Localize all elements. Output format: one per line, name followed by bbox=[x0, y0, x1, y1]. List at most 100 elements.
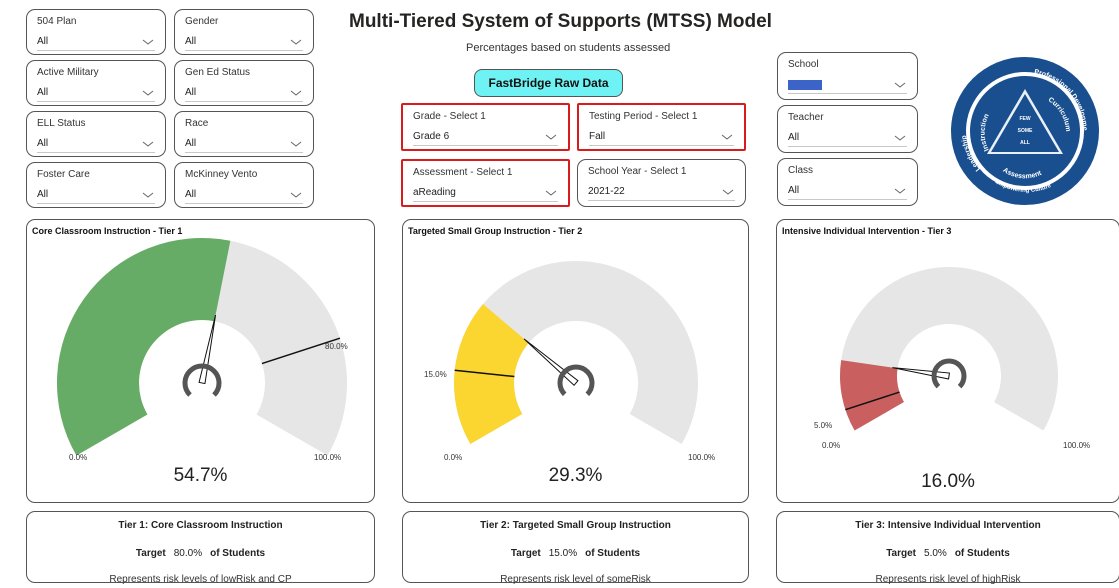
tier2-info-card: Tier 2: Targeted Small Group Instruction… bbox=[402, 511, 749, 585]
slicer-label: Testing Period - Select 1 bbox=[589, 111, 698, 122]
slicer-value: All bbox=[788, 185, 800, 196]
slicer-active-military[interactable]: Active Military All bbox=[26, 60, 166, 106]
chevron-down-icon bbox=[894, 188, 906, 194]
gauge-needle bbox=[523, 338, 579, 387]
slicer-label: School Year - Select 1 bbox=[588, 166, 687, 177]
slicer-class[interactable]: Class All bbox=[777, 158, 918, 206]
target-word: Target bbox=[510, 548, 541, 559]
slicer-dropdown[interactable]: All bbox=[788, 184, 907, 200]
slicer-label: ELL Status bbox=[37, 118, 86, 129]
target-suffix: of Students bbox=[210, 548, 266, 559]
chevron-down-icon bbox=[142, 39, 154, 45]
chevron-down-icon bbox=[290, 141, 302, 147]
tier3-gauge bbox=[840, 267, 1058, 431]
slicer-dropdown[interactable]: All bbox=[37, 86, 155, 102]
gauge-value-arc bbox=[56, 238, 231, 456]
target-value: 15.0% bbox=[548, 548, 578, 559]
slicer-dropdown[interactable]: All bbox=[185, 137, 303, 153]
info-title: Tier 1: Core Classroom Instruction bbox=[118, 520, 283, 531]
gauge-target-label: 80.0% bbox=[325, 342, 348, 351]
target-word: Target bbox=[135, 548, 166, 559]
target-suffix: of Students bbox=[585, 548, 641, 559]
slicer-value: All bbox=[788, 132, 800, 143]
slicer-value: aReading bbox=[413, 187, 456, 198]
gauge-value: 16.0% bbox=[921, 471, 975, 492]
slicer-value: Grade 6 bbox=[413, 131, 450, 142]
slicer-mckinney-vento[interactable]: McKinney Vento All bbox=[174, 162, 314, 208]
slicer-dropdown[interactable]: Grade 6 bbox=[413, 130, 558, 146]
fastbridge-raw-data-button[interactable]: FastBridge Raw Data bbox=[474, 69, 623, 97]
slicer-label: Foster Care bbox=[37, 169, 90, 180]
slicer-label: Grade - Select 1 bbox=[413, 111, 486, 122]
info-target: Target 15.0% of Students bbox=[403, 548, 748, 559]
tier1-info-card: Tier 1: Core Classroom Instruction Targe… bbox=[26, 511, 375, 585]
slicer-grade[interactable]: Grade - Select 1 Grade 6 bbox=[401, 103, 570, 151]
info-risk: Represents risk levels of lowRisk and CP bbox=[109, 574, 292, 585]
slicer-label: 504 Plan bbox=[37, 16, 77, 27]
target-suffix: of Students bbox=[954, 548, 1010, 559]
slicer-label: Race bbox=[185, 118, 209, 129]
gauge-min-label: 0.0% bbox=[822, 441, 841, 450]
logo-text: SOME bbox=[1018, 128, 1033, 134]
slicer-dropdown[interactable]: All bbox=[185, 35, 303, 51]
tier3-gauge-card: Intensive Individual Intervention - Tier… bbox=[776, 219, 1119, 503]
logo-text: ALL bbox=[1020, 140, 1030, 146]
slicer-dropdown[interactable]: aReading bbox=[413, 186, 558, 202]
gauge-value-arc bbox=[840, 360, 904, 431]
slicer-gender[interactable]: Gender All bbox=[174, 9, 314, 55]
slicer-dropdown[interactable] bbox=[788, 78, 907, 94]
gauge-target-label: 5.0% bbox=[814, 421, 833, 430]
page-title: Multi-Tiered System of Supports (MTSS) M… bbox=[349, 11, 772, 32]
mtss-logo: Professional Development Leadership Empo… bbox=[945, 56, 1099, 205]
slicer-value: All bbox=[185, 138, 197, 149]
chevron-down-icon bbox=[894, 135, 906, 141]
chevron-down-icon bbox=[290, 192, 302, 198]
chevron-down-icon bbox=[545, 134, 557, 140]
slicer-dropdown[interactable]: All bbox=[37, 35, 155, 51]
slicer-value: All bbox=[37, 87, 49, 98]
slicer-teacher[interactable]: Teacher All bbox=[777, 105, 918, 153]
slicer-value: All bbox=[185, 87, 197, 98]
slicer-504-plan[interactable]: 504 Plan All bbox=[26, 9, 166, 55]
slicer-ell-status[interactable]: ELL Status All bbox=[26, 111, 166, 157]
tier1-gauge-card: Core Classroom Instruction - Tier 1 0.0%… bbox=[26, 219, 375, 503]
gauge-value: 54.7% bbox=[173, 465, 228, 486]
slicer-gen-ed-status[interactable]: Gen Ed Status All bbox=[174, 60, 314, 106]
slicer-dropdown[interactable]: Fall bbox=[589, 130, 734, 146]
chevron-down-icon bbox=[290, 39, 302, 45]
gauge-max-label: 100.0% bbox=[688, 453, 716, 462]
chevron-down-icon bbox=[894, 82, 906, 88]
slicer-school-year[interactable]: School Year - Select 1 2021-22 bbox=[577, 159, 746, 207]
selected-school-swatch bbox=[788, 80, 822, 90]
chevron-down-icon bbox=[722, 189, 734, 195]
slicer-race[interactable]: Race All bbox=[174, 111, 314, 157]
slicer-value: All bbox=[185, 189, 197, 200]
slicer-dropdown[interactable]: All bbox=[185, 86, 303, 102]
slicer-dropdown[interactable]: All bbox=[185, 188, 303, 204]
slicer-dropdown[interactable]: 2021-22 bbox=[588, 185, 735, 201]
page-subtitle: Percentages based on students assessed bbox=[466, 42, 671, 54]
slicer-label: Gender bbox=[185, 16, 219, 27]
slicer-label: Teacher bbox=[788, 112, 824, 123]
gauge-min-label: 0.0% bbox=[69, 453, 88, 462]
chevron-down-icon bbox=[545, 190, 557, 196]
slicer-dropdown[interactable]: All bbox=[37, 188, 155, 204]
info-risk: Represents risk level of someRisk bbox=[500, 574, 651, 585]
chevron-down-icon bbox=[142, 90, 154, 96]
gauge-value: 29.3% bbox=[548, 465, 603, 486]
slicer-testing-period[interactable]: Testing Period - Select 1 Fall bbox=[577, 103, 746, 151]
info-title: Tier 2: Targeted Small Group Instruction bbox=[480, 520, 671, 531]
slicer-value: All bbox=[37, 36, 49, 47]
slicer-label: School bbox=[788, 59, 819, 70]
slicer-dropdown[interactable]: All bbox=[788, 131, 907, 147]
slicer-dropdown[interactable]: All bbox=[37, 137, 155, 153]
info-target: Target 5.0% of Students bbox=[777, 548, 1119, 559]
slicer-label: Class bbox=[788, 165, 814, 176]
slicer-school[interactable]: School bbox=[777, 52, 918, 100]
slicer-assessment[interactable]: Assessment - Select 1 aReading bbox=[401, 159, 570, 207]
gauge-target-label: 15.0% bbox=[424, 370, 447, 379]
chevron-down-icon bbox=[290, 90, 302, 96]
target-value: 80.0% bbox=[173, 548, 203, 559]
slicer-foster-care[interactable]: Foster Care All bbox=[26, 162, 166, 208]
slicer-value: All bbox=[185, 36, 197, 47]
